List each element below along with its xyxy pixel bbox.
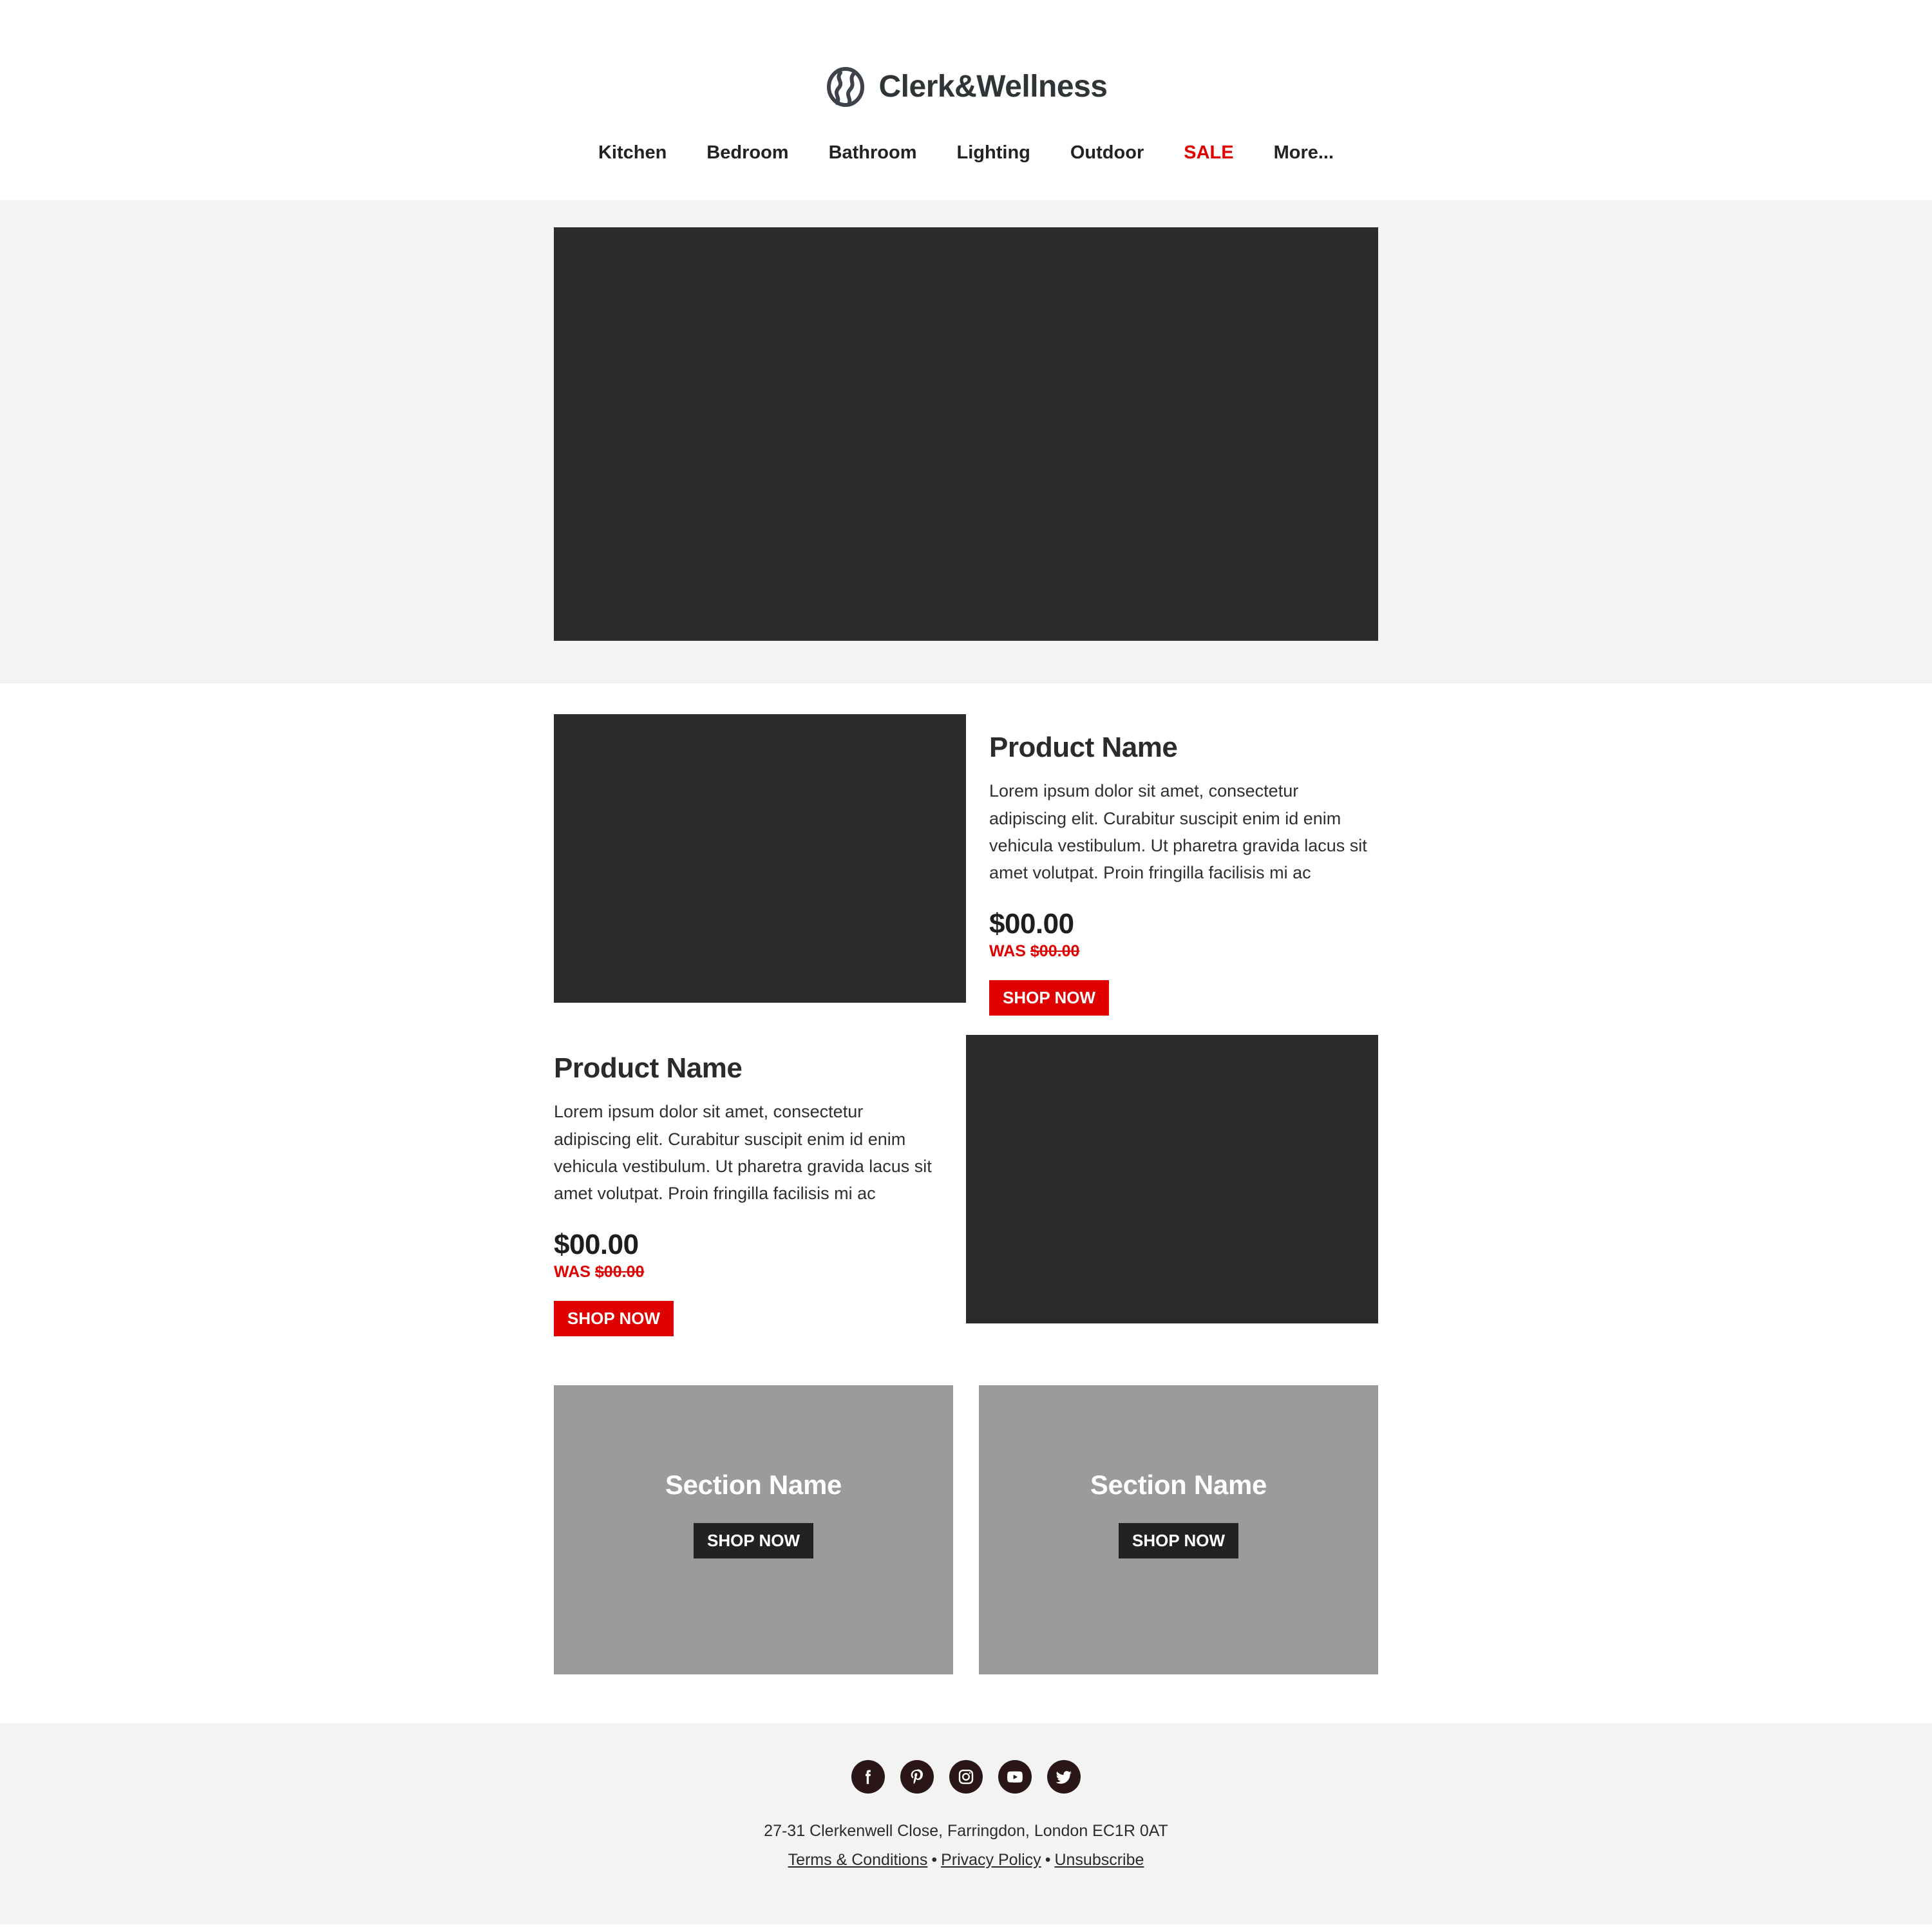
hero-section (0, 200, 1932, 683)
product-details: Product Name Lorem ipsum dolor sit amet,… (554, 1035, 966, 1337)
section-card-list: Section Name SHOP NOW Section Name SHOP … (0, 1336, 1932, 1724)
section-card[interactable]: Section Name SHOP NOW (554, 1385, 953, 1675)
link-separator: • (1045, 1850, 1051, 1869)
product-description: Lorem ipsum dolor sit amet, consectetur … (554, 1102, 932, 1203)
section-card-title: Section Name (665, 1470, 842, 1501)
brand-logo[interactable]: Clerk&Wellness (825, 66, 1108, 108)
was-label: WAS (989, 942, 1026, 961)
product-details: Product Name Lorem ipsum dolor sit amet,… (966, 714, 1378, 1016)
product-image-placeholder[interactable] (554, 714, 966, 1003)
shop-now-button[interactable]: SHOP NOW (554, 1301, 674, 1337)
shop-now-button[interactable]: SHOP NOW (694, 1523, 813, 1559)
product-price: $00.00 (554, 1228, 639, 1260)
nav-item-bedroom[interactable]: Bedroom (687, 144, 808, 162)
facebook-icon[interactable] (851, 1760, 885, 1794)
shop-now-button[interactable]: SHOP NOW (1119, 1523, 1238, 1559)
nav-item-bathroom[interactable]: Bathroom (809, 144, 937, 162)
pinterest-icon[interactable] (900, 1760, 934, 1794)
nav-item-more[interactable]: More... (1254, 144, 1354, 162)
shop-now-button[interactable]: SHOP NOW (989, 980, 1109, 1016)
site-header: Clerk&Wellness Kitchen Bedroom Bathroom … (0, 0, 1932, 200)
footer-links: Terms & Conditions • Privacy Policy • Unsubs… (788, 1850, 1144, 1871)
was-amount: $00.00 (594, 1263, 645, 1282)
product-was-price: WAS $00.00 (989, 942, 1378, 961)
product-image-placeholder[interactable] (966, 1035, 1378, 1324)
privacy-link[interactable]: Privacy Policy (941, 1851, 1041, 1869)
instagram-icon[interactable] (949, 1760, 983, 1794)
product-list: Product Name Lorem ipsum dolor sit amet,… (0, 683, 1932, 1337)
social-links (851, 1760, 1081, 1794)
product-was-price: WAS $00.00 (554, 1262, 943, 1282)
twitter-icon[interactable] (1047, 1760, 1081, 1794)
product-title: Product Name (554, 1052, 743, 1084)
nav-item-lighting[interactable]: Lighting (937, 144, 1050, 162)
brand-name: Clerk&Wellness (878, 70, 1108, 104)
email-page: Clerk&Wellness Kitchen Bedroom Bathroom … (0, 0, 1932, 1932)
nav-item-kitchen[interactable]: Kitchen (578, 144, 687, 162)
main-navigation: Kitchen Bedroom Bathroom Lighting Outdoo… (578, 144, 1354, 162)
site-footer: 27-31 Clerkenwell Close, Farringdon, Lon… (0, 1723, 1932, 1925)
nav-item-sale[interactable]: SALE (1164, 144, 1253, 162)
product-description: Lorem ipsum dolor sit amet, consectetur … (989, 781, 1367, 882)
globe-wave-icon (825, 66, 866, 108)
hero-image-placeholder[interactable] (554, 227, 1378, 641)
section-card[interactable]: Section Name SHOP NOW (979, 1385, 1378, 1675)
unsubscribe-link[interactable]: Unsubscribe (1054, 1851, 1144, 1869)
was-label: WAS (554, 1263, 591, 1282)
was-amount: $00.00 (1030, 942, 1080, 961)
nav-item-outdoor[interactable]: Outdoor (1050, 144, 1164, 162)
product-price: $00.00 (989, 907, 1074, 940)
terms-link[interactable]: Terms & Conditions (788, 1851, 928, 1869)
link-separator: • (931, 1850, 938, 1869)
product-row: Product Name Lorem ipsum dolor sit amet,… (0, 1016, 1932, 1337)
section-card-title: Section Name (1090, 1470, 1267, 1501)
footer-address: 27-31 Clerkenwell Close, Farringdon, Lon… (764, 1822, 1168, 1841)
product-row: Product Name Lorem ipsum dolor sit amet,… (0, 683, 1932, 1016)
product-title: Product Name (989, 732, 1178, 763)
youtube-icon[interactable] (998, 1760, 1032, 1794)
